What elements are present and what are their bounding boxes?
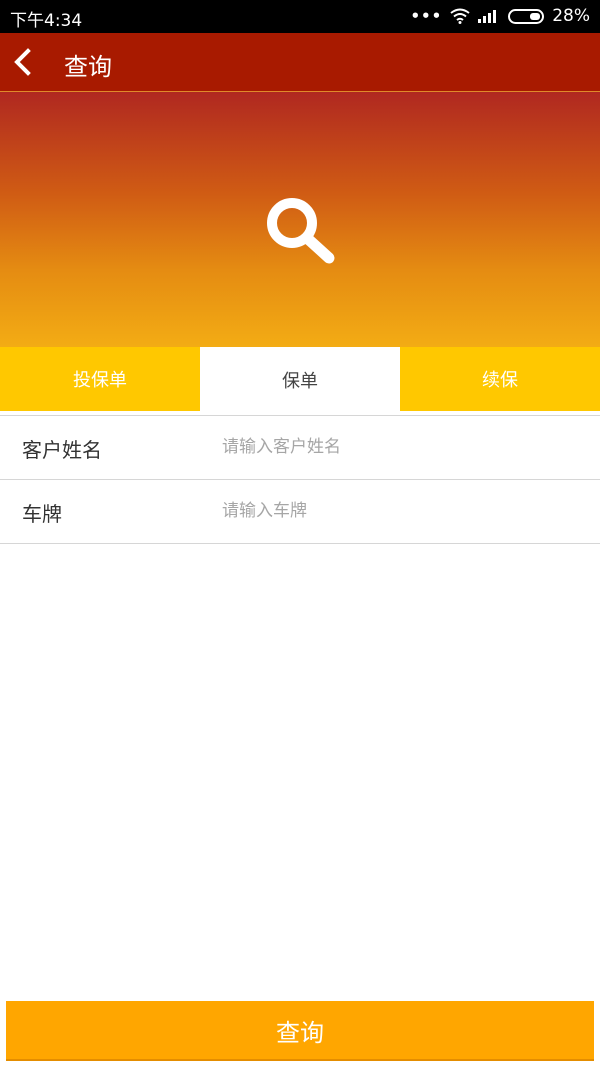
status-icons: ••• 28% [410, 6, 590, 26]
status-time: 下午4:34 [10, 11, 83, 31]
customer-name-label: 客户姓名 [22, 438, 102, 462]
battery-icon [508, 8, 545, 24]
plate-input[interactable] [222, 494, 582, 528]
customer-name-row: 客户姓名 [0, 416, 600, 480]
chevron-left-icon[interactable] [10, 47, 38, 77]
query-button[interactable]: 查询 [6, 1001, 594, 1061]
more-dots-icon: ••• [410, 7, 443, 25]
signal-icon [478, 10, 497, 23]
tab-policy[interactable]: 保单 [200, 348, 400, 411]
tab-proposal[interactable]: 投保单 [0, 347, 200, 411]
status-bar: 下午4:34 ••• 28% [0, 0, 600, 33]
battery-percent: 28% [552, 6, 590, 26]
wifi-icon [450, 8, 470, 24]
query-form: 客户姓名 车牌 [0, 415, 600, 544]
plate-row: 车牌 [0, 480, 600, 544]
tab-renewal[interactable]: 续保 [400, 347, 600, 411]
page-title: 查询 [64, 53, 112, 81]
tab-bar: 投保单 保单 续保 [0, 347, 600, 411]
app-bar: 查询 [0, 33, 600, 92]
plate-label: 车牌 [22, 502, 62, 526]
search-icon [267, 198, 335, 264]
customer-name-input[interactable] [222, 430, 582, 464]
